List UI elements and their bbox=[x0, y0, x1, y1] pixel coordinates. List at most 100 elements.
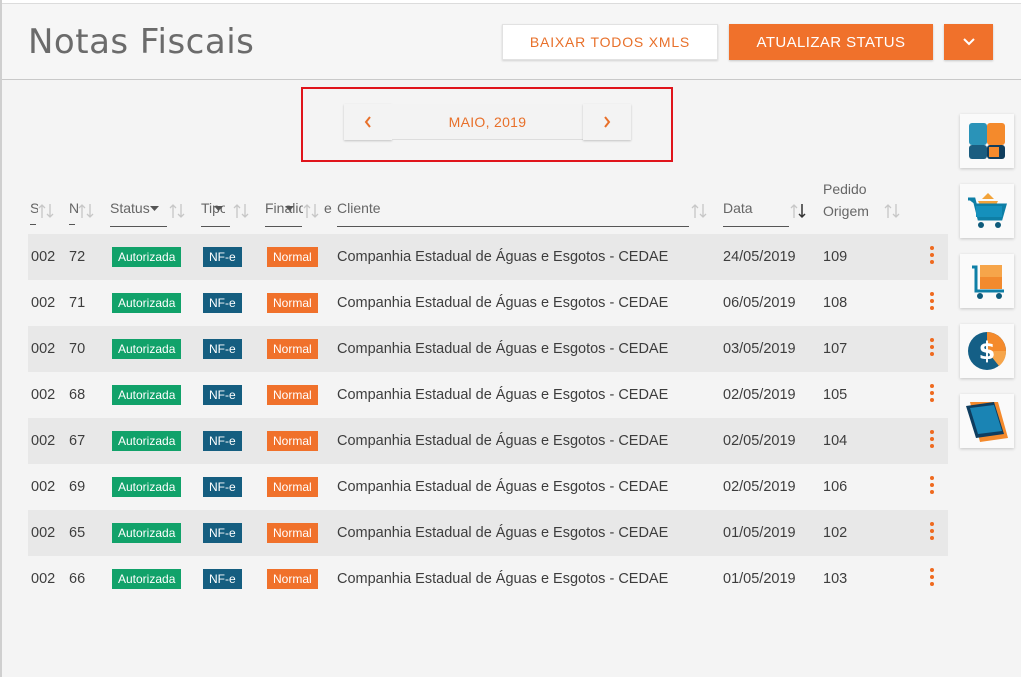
column-header-data[interactable]: Data bbox=[723, 200, 753, 216]
dollar-icon: $ bbox=[968, 332, 1007, 370]
inventory-shortcut[interactable] bbox=[960, 254, 1014, 308]
column-header-fragment: e bbox=[324, 200, 332, 216]
status-badge: Autorizada bbox=[112, 523, 182, 543]
cell-data: 01/05/2019 bbox=[723, 571, 796, 587]
cell-cliente: Companhia Estadual de Águas e Esgotos - … bbox=[337, 571, 669, 587]
sort-descending-icon[interactable] bbox=[789, 202, 807, 220]
column-header-status[interactable]: Status bbox=[110, 200, 150, 216]
column-header-finalidade[interactable]: Finalid bbox=[265, 200, 303, 216]
column-header-cliente[interactable]: Cliente bbox=[337, 200, 381, 216]
cell-serie: 002 bbox=[31, 525, 56, 541]
cell-serie: 002 bbox=[31, 571, 56, 587]
reports-shortcut[interactable] bbox=[960, 394, 1014, 448]
status-badge: Autorizada bbox=[112, 293, 182, 313]
status-badge: Autorizada bbox=[112, 477, 182, 497]
sort-icon[interactable] bbox=[168, 202, 186, 220]
column-header-pedido-line1[interactable]: Pedido bbox=[823, 181, 867, 197]
cell-data: 03/05/2019 bbox=[723, 341, 796, 357]
row-menu-icon[interactable] bbox=[930, 416, 934, 462]
cell-serie: 002 bbox=[31, 433, 56, 449]
sort-icon[interactable] bbox=[690, 202, 708, 220]
cell-data: 02/05/2019 bbox=[723, 433, 796, 449]
status-badge: Autorizada bbox=[112, 431, 182, 451]
cell-cliente: Companhia Estadual de Águas e Esgotos - … bbox=[337, 525, 669, 541]
table-row[interactable]: 002 71 Autorizada NF-e Normal Companhia … bbox=[28, 280, 948, 326]
tipo-badge: NF-e bbox=[203, 385, 242, 405]
svg-text:$: $ bbox=[979, 337, 996, 365]
cell-cliente: Companhia Estadual de Águas e Esgotos - … bbox=[337, 295, 669, 311]
dropdown-arrow-icon[interactable] bbox=[285, 206, 294, 212]
cell-serie: 002 bbox=[31, 479, 56, 495]
current-month-label: MAIO, 2019 bbox=[392, 104, 583, 140]
cell-numero: 70 bbox=[69, 341, 86, 357]
sort-icon[interactable] bbox=[302, 202, 320, 220]
row-menu-icon[interactable] bbox=[930, 278, 934, 324]
cell-numero: 69 bbox=[69, 479, 86, 495]
table-row[interactable]: 002 65 Autorizada NF-e Normal Companhia … bbox=[28, 510, 948, 556]
row-menu-icon[interactable] bbox=[930, 232, 934, 278]
cell-pedido: 104 bbox=[823, 433, 848, 449]
next-month-button[interactable] bbox=[583, 104, 631, 140]
cell-cliente: Companhia Estadual de Águas e Esgotos - … bbox=[337, 387, 669, 403]
cell-numero: 65 bbox=[69, 525, 86, 541]
update-status-button[interactable]: ATUALIZAR STATUS bbox=[729, 24, 933, 60]
finalidade-badge: Normal bbox=[267, 385, 318, 405]
row-menu-icon[interactable] bbox=[930, 370, 934, 416]
dropdown-arrow-icon[interactable] bbox=[150, 206, 159, 212]
cell-numero: 68 bbox=[69, 387, 86, 403]
finance-shortcut[interactable]: $ bbox=[960, 324, 1014, 378]
table-row[interactable]: 002 72 Autorizada NF-e Normal Companhia … bbox=[28, 234, 948, 280]
page-header: Notas Fiscais BAIXAR TODOS XMLS ATUALIZA… bbox=[2, 4, 1021, 80]
status-badge: Autorizada bbox=[112, 385, 182, 405]
cell-data: 24/05/2019 bbox=[723, 249, 796, 265]
table-row[interactable]: 002 69 Autorizada NF-e Normal Companhia … bbox=[28, 464, 948, 510]
cell-pedido: 102 bbox=[823, 525, 848, 541]
tipo-badge: NF-e bbox=[203, 293, 242, 313]
row-menu-icon[interactable] bbox=[930, 324, 934, 370]
sort-icon[interactable] bbox=[232, 202, 250, 220]
cell-serie: 002 bbox=[31, 249, 56, 265]
row-menu-icon[interactable] bbox=[930, 508, 934, 554]
cell-data: 02/05/2019 bbox=[723, 387, 796, 403]
dropdown-arrow-icon[interactable] bbox=[214, 206, 223, 212]
invoice-table-header: S N Status Tipo Finalid e Cliente Data P… bbox=[28, 178, 948, 234]
tipo-badge: NF-e bbox=[203, 431, 242, 451]
row-menu-icon[interactable] bbox=[930, 554, 934, 600]
cell-cliente: Companhia Estadual de Águas e Esgotos - … bbox=[337, 249, 669, 265]
column-header-pedido-line2[interactable]: Origem bbox=[823, 203, 869, 219]
sales-shortcut[interactable] bbox=[960, 184, 1014, 238]
cell-cliente: Companhia Estadual de Águas e Esgotos - … bbox=[337, 433, 669, 449]
table-row[interactable]: 002 68 Autorizada NF-e Normal Companhia … bbox=[28, 372, 948, 418]
download-all-xmls-button[interactable]: BAIXAR TODOS XMLS bbox=[502, 24, 718, 60]
box-cart-icon bbox=[972, 265, 1004, 299]
status-badge: Autorizada bbox=[112, 339, 182, 359]
dashboard-shortcut[interactable] bbox=[960, 114, 1014, 168]
cell-numero: 67 bbox=[69, 433, 86, 449]
more-actions-button[interactable] bbox=[944, 24, 993, 60]
table-row[interactable]: 002 70 Autorizada NF-e Normal Companhia … bbox=[28, 326, 948, 372]
cell-numero: 72 bbox=[69, 249, 86, 265]
finalidade-badge: Normal bbox=[267, 293, 318, 313]
table-row[interactable]: 002 66 Autorizada NF-e Normal Companhia … bbox=[28, 556, 948, 602]
cell-serie: 002 bbox=[31, 341, 56, 357]
cell-serie: 002 bbox=[31, 295, 56, 311]
sort-icon[interactable] bbox=[883, 202, 901, 220]
window-left-edge bbox=[0, 0, 2, 677]
page-title: Notas Fiscais bbox=[28, 22, 255, 62]
cell-cliente: Companhia Estadual de Águas e Esgotos - … bbox=[337, 479, 669, 495]
cell-data: 06/05/2019 bbox=[723, 295, 796, 311]
previous-month-button[interactable] bbox=[344, 104, 392, 140]
sort-icon[interactable] bbox=[77, 202, 95, 220]
finalidade-badge: Normal bbox=[267, 523, 318, 543]
tipo-badge: NF-e bbox=[203, 523, 242, 543]
sort-icon[interactable] bbox=[37, 202, 55, 220]
cell-pedido: 105 bbox=[823, 387, 848, 403]
finalidade-badge: Normal bbox=[267, 569, 318, 589]
cell-numero: 71 bbox=[69, 295, 86, 311]
cell-pedido: 103 bbox=[823, 571, 848, 587]
table-row[interactable]: 002 67 Autorizada NF-e Normal Companhia … bbox=[28, 418, 948, 464]
invoice-table-body: 002 72 Autorizada NF-e Normal Companhia … bbox=[28, 234, 948, 602]
finalidade-badge: Normal bbox=[267, 247, 318, 267]
row-menu-icon[interactable] bbox=[930, 462, 934, 508]
finalidade-badge: Normal bbox=[267, 477, 318, 497]
